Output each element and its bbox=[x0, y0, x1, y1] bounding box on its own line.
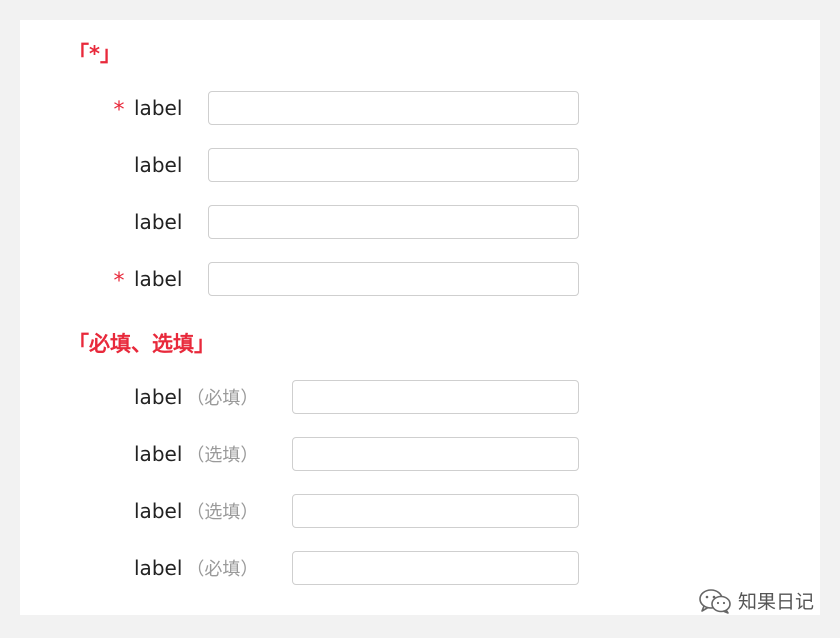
form-row: label （必填） bbox=[20, 551, 820, 585]
field-label-text: label bbox=[134, 385, 183, 409]
text-input[interactable] bbox=[208, 262, 579, 296]
field-label: label bbox=[134, 96, 183, 120]
field-label: label bbox=[134, 210, 183, 234]
optional-hint: （选填） bbox=[186, 445, 259, 466]
text-input[interactable] bbox=[292, 551, 579, 585]
field-label: label （必填） bbox=[134, 551, 258, 587]
form-row: label （选填） bbox=[20, 494, 820, 528]
form-card: 「*」 * label label label * label 「必填、选填」 … bbox=[20, 20, 820, 615]
field-label: label bbox=[134, 267, 183, 291]
watermark: 知果日记 bbox=[698, 587, 814, 614]
required-asterisk: * bbox=[113, 269, 125, 294]
text-input[interactable] bbox=[208, 148, 579, 182]
text-input[interactable] bbox=[208, 205, 579, 239]
field-label: label （必填） bbox=[134, 380, 258, 416]
field-label: label （选填） bbox=[134, 494, 258, 530]
text-input[interactable] bbox=[292, 380, 579, 414]
watermark-text: 知果日记 bbox=[737, 591, 814, 613]
wechat-icon bbox=[699, 588, 731, 614]
text-input[interactable] bbox=[292, 437, 579, 471]
section-title-asterisk: 「*」 bbox=[68, 42, 121, 66]
optional-hint: （选填） bbox=[186, 502, 259, 523]
field-label-text: label bbox=[134, 499, 183, 523]
form-row: label bbox=[20, 148, 820, 182]
form-row: label （选填） bbox=[20, 437, 820, 471]
form-row: * label bbox=[20, 91, 820, 125]
required-hint: （必填） bbox=[186, 388, 259, 409]
field-label-text: label bbox=[134, 442, 183, 466]
field-label-text: label bbox=[134, 556, 183, 580]
text-input[interactable] bbox=[292, 494, 579, 528]
field-label: label （选填） bbox=[134, 437, 258, 473]
form-row: label （必填） bbox=[20, 380, 820, 414]
required-asterisk: * bbox=[113, 98, 125, 123]
section-title-required-optional: 「必填、选填」 bbox=[68, 332, 215, 356]
text-input[interactable] bbox=[208, 91, 579, 125]
required-hint: （必填） bbox=[186, 559, 259, 580]
form-row: * label bbox=[20, 262, 820, 296]
form-row: label bbox=[20, 205, 820, 239]
field-label: label bbox=[134, 153, 183, 177]
